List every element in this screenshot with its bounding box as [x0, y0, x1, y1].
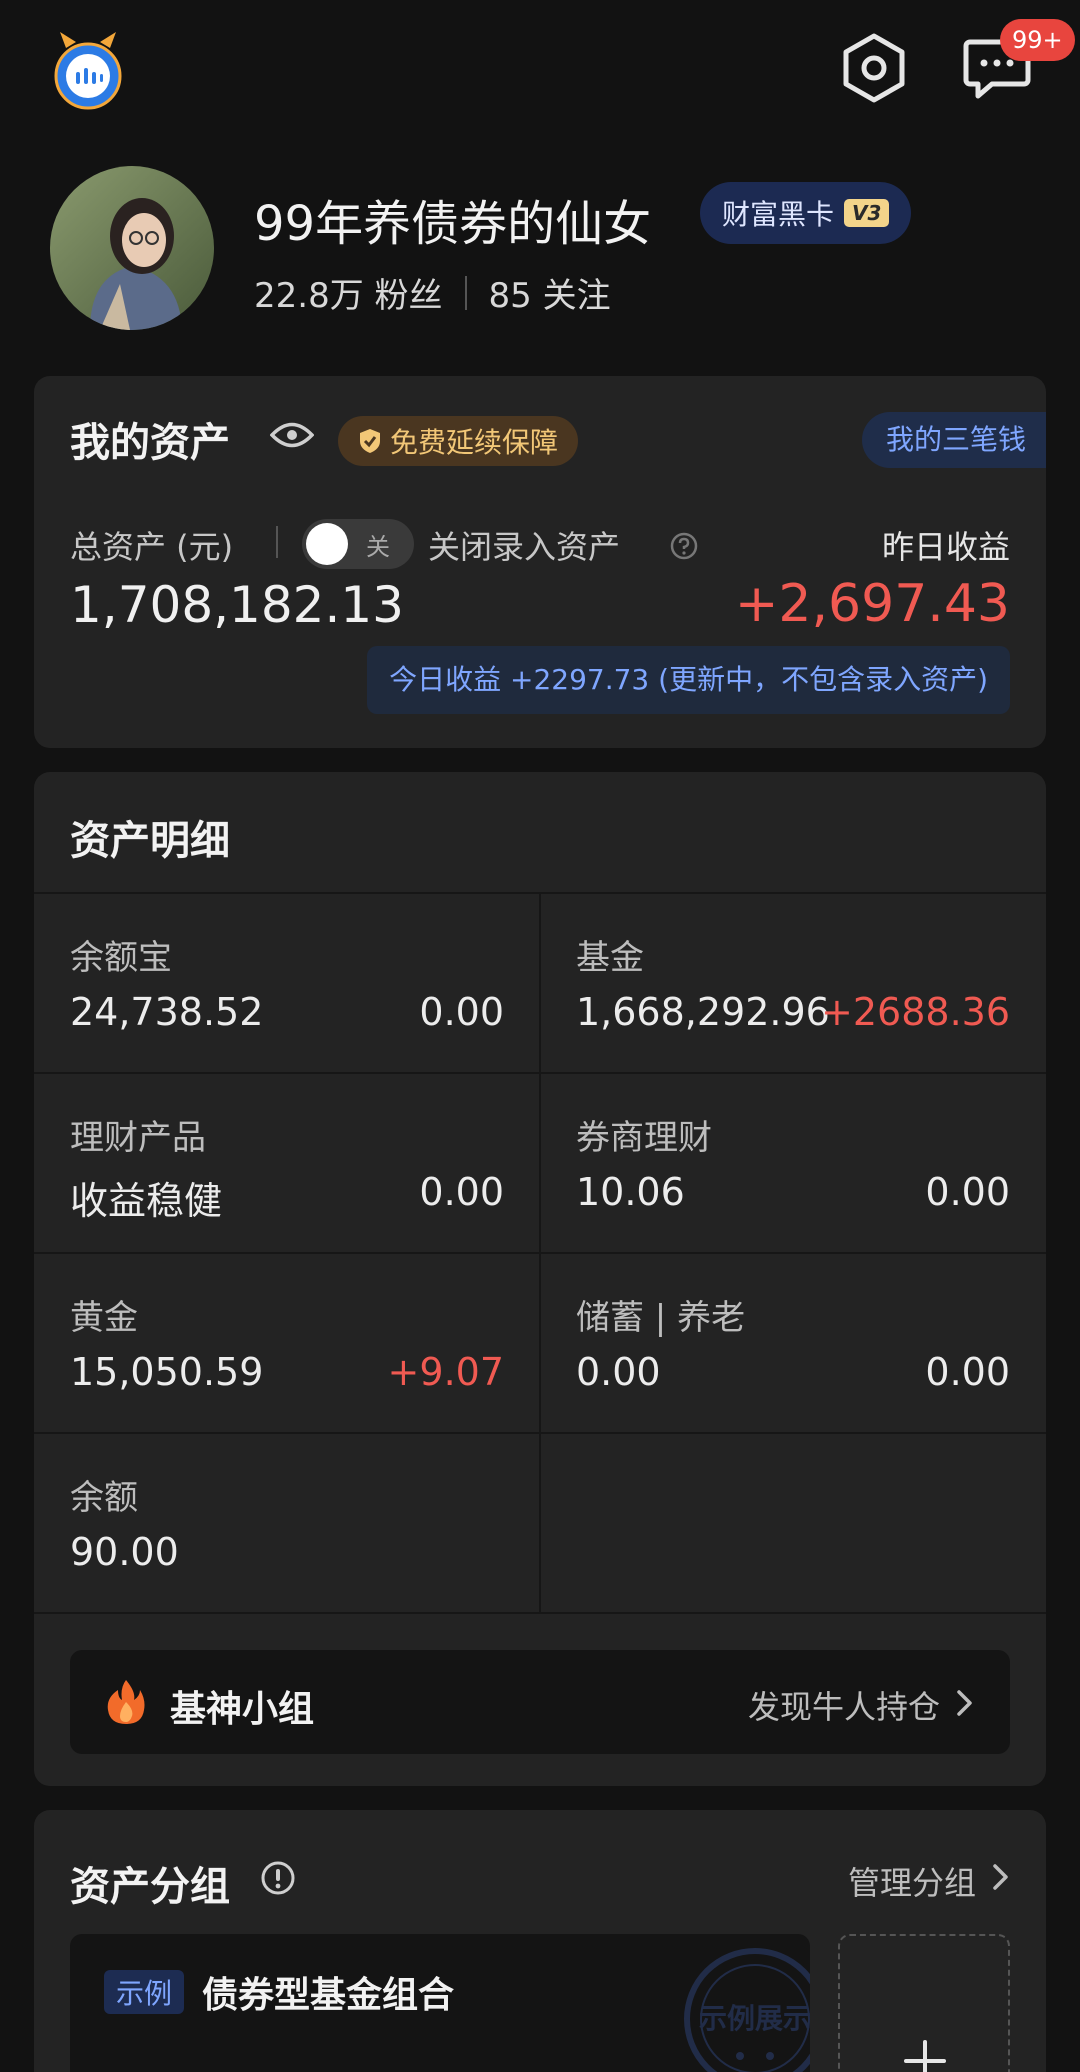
- followers-link[interactable]: 22.8万 粉丝: [254, 268, 443, 317]
- message-badge: 99+: [1000, 19, 1075, 61]
- guarantee-badge[interactable]: 免费延续保障: [338, 416, 579, 466]
- yesterday-earnings-value: +2,697.43: [734, 574, 1010, 634]
- help-icon[interactable]: [670, 532, 698, 560]
- following-count: 85: [488, 276, 532, 316]
- yesterday-earnings-label: 昨日收益: [881, 528, 1010, 566]
- example-group-title: 债券型基金组合: [202, 1975, 455, 2016]
- asset-cell-yuebao[interactable]: 余额宝 24,738.52 0.00: [34, 894, 540, 1074]
- asset-change: +9.07: [387, 1350, 504, 1394]
- asset-details-card: 资产明细 余额宝 24,738.52 0.00 基金 1,668,292.96 …: [34, 772, 1046, 1786]
- asset-value: 1,668,292.96: [576, 990, 830, 1034]
- asset-change: +2688.36: [821, 990, 1010, 1034]
- asset-change: 0.00: [419, 990, 504, 1034]
- asset-name: 理财产品: [70, 1118, 206, 1158]
- total-assets-value: 1,708,182.13: [70, 576, 404, 634]
- total-assets-label: 总资产 (元): [70, 528, 234, 566]
- followers-count: 22.8万: [254, 276, 364, 316]
- vip-label: 财富黑卡: [722, 198, 835, 231]
- my-assets-title: 我的资产: [70, 420, 230, 466]
- discover-holdings-link: 发现牛人持仓: [747, 1688, 940, 1726]
- asset-name: 基金: [576, 938, 644, 978]
- asset-value: 10.06: [576, 1170, 685, 1214]
- entry-toggle[interactable]: 关: [302, 519, 414, 569]
- asset-value: 90.00: [70, 1530, 179, 1574]
- asset-details-title: 资产明细: [70, 818, 230, 864]
- asset-cell-broker-wealth[interactable]: 券商理财 10.06 0.00: [540, 1074, 1046, 1254]
- example-group-card[interactable]: 示例 债券型基金组合 示例展示: [70, 1934, 810, 2072]
- info-icon[interactable]: [260, 1860, 296, 1896]
- asset-groups-title: 资产分组: [70, 1864, 230, 1910]
- guarantee-label: 免费延续保障: [390, 426, 559, 459]
- avatar[interactable]: [50, 166, 214, 330]
- asset-name: 储蓄 | 养老: [576, 1298, 746, 1338]
- divider: [464, 275, 467, 310]
- my-assets-card: 我的资产 免费延续保障 我的三笔钱 总资产 (元) 关 关闭录入资产 昨日收益 …: [34, 376, 1046, 748]
- asset-value: 0.00: [576, 1350, 661, 1394]
- asset-value: 15,050.59: [70, 1350, 264, 1394]
- asset-value: 收益稳健: [70, 1179, 223, 1223]
- asset-name: 余额宝: [70, 938, 172, 978]
- nickname: 99年养债券的仙女: [254, 196, 652, 252]
- manage-groups-link[interactable]: 管理分组: [848, 1858, 976, 1904]
- example-tag: 示例: [104, 1970, 185, 2014]
- divider: [276, 526, 278, 558]
- follow-stats: 22.8万 粉丝 85 关注: [254, 268, 611, 317]
- asset-change: 0.00: [419, 1170, 504, 1214]
- asset-change: 0.00: [925, 1350, 1010, 1394]
- vip-level: V3: [844, 199, 890, 227]
- following-link[interactable]: 85 关注: [489, 268, 611, 317]
- following-label: 关注: [542, 276, 611, 316]
- toggle-knob: [306, 523, 348, 565]
- plus-icon: [900, 2036, 950, 2072]
- fund-group-title: 基神小组: [170, 1689, 315, 1730]
- fund-group-banner[interactable]: 基神小组 发现牛人持仓: [70, 1650, 1010, 1754]
- followers-label: 粉丝: [374, 276, 443, 316]
- asset-page: 99+ 99年养债券的仙女 财富黑卡 V3 22.8万 粉丝 85 关注 我的资…: [0, 0, 1080, 2072]
- asset-cell-wealth-products[interactable]: 理财产品 收益稳健 0.00: [34, 1074, 540, 1254]
- add-group-button[interactable]: [838, 1934, 1010, 2072]
- chevron-right-icon: [990, 1862, 1012, 1892]
- close-entry-label: 关闭录入资产: [428, 528, 621, 566]
- three-money-button[interactable]: 我的三笔钱: [861, 412, 1046, 468]
- settings-icon[interactable]: [840, 32, 908, 104]
- asset-cell-fund[interactable]: 基金 1,668,292.96 +2688.36: [540, 894, 1046, 1074]
- flame-icon: [106, 1678, 146, 1726]
- toggle-label: 关: [366, 533, 390, 561]
- asset-value: 24,738.52: [70, 990, 264, 1034]
- shield-icon: [360, 429, 380, 453]
- asset-groups-card: 资产分组 管理分组 示例 债券型基金组合 示例展示: [34, 1810, 1046, 2072]
- asset-cell-balance[interactable]: 余额 90.00: [34, 1434, 540, 1614]
- asset-cell-gold[interactable]: 黄金 15,050.59 +9.07: [34, 1254, 540, 1434]
- asset-name: 券商理财: [576, 1118, 712, 1158]
- eye-icon[interactable]: [269, 420, 315, 450]
- app-logo-icon[interactable]: [52, 30, 124, 112]
- asset-name: 余额: [70, 1478, 138, 1518]
- today-earnings-banner[interactable]: 今日收益 +2297.73 (更新中，不包含录入资产): [367, 646, 1010, 714]
- example-stamp-icon: 示例展示: [680, 1944, 810, 2072]
- asset-cell-savings-pension[interactable]: 储蓄 | 养老 0.00 0.00: [540, 1254, 1046, 1434]
- chevron-right-icon: [954, 1688, 976, 1718]
- stamp-text: 示例展示: [699, 2002, 810, 2035]
- vip-badge[interactable]: 财富黑卡 V3: [700, 182, 912, 244]
- asset-change: 0.00: [925, 1170, 1010, 1214]
- asset-name: 黄金: [70, 1298, 138, 1338]
